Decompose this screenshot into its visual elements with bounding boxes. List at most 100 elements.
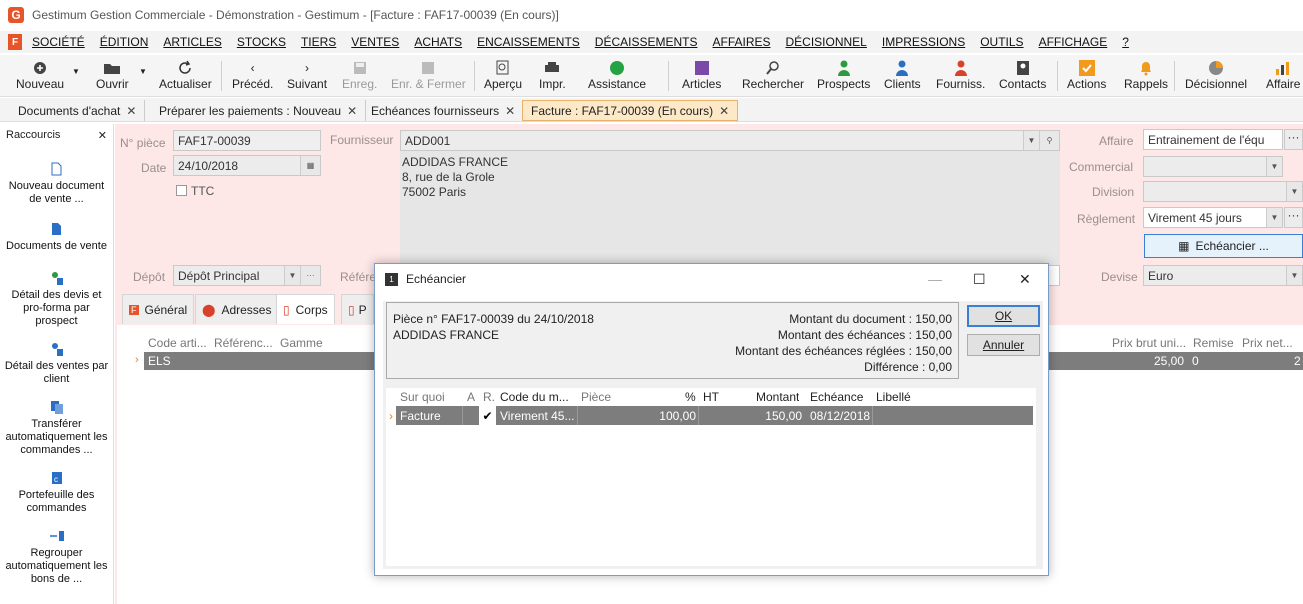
minimize-icon[interactable]: — bbox=[928, 271, 942, 287]
menu-logo[interactable]: F bbox=[8, 34, 22, 50]
tab-facture[interactable]: Facture : FAF17-00039 (En cours) ✕ bbox=[522, 100, 739, 121]
fournisseur-field[interactable]: ADD001 ▼ ⚲ bbox=[400, 130, 1060, 151]
chevron-down-icon[interactable]: ▼ bbox=[1266, 157, 1282, 176]
sidebar-item-nouveau-document[interactable]: Nouveau document de vente ... bbox=[0, 158, 113, 206]
col-remise[interactable]: Remise bbox=[1193, 336, 1234, 350]
close-icon[interactable]: ✕ bbox=[505, 104, 515, 118]
col-prix-brut[interactable]: Prix brut uni... bbox=[1112, 336, 1186, 350]
chevron-down-icon[interactable]: ▼ bbox=[1286, 182, 1302, 201]
sidebar-item-transferer[interactable]: Transférer automatiquement les commandes… bbox=[0, 396, 113, 457]
devise-field[interactable]: Euro ▼ bbox=[1143, 265, 1303, 286]
cell-r-check[interactable]: ✔ bbox=[479, 406, 496, 425]
close-icon[interactable]: ✕ bbox=[126, 104, 136, 118]
reglement-more-button[interactable]: ··· bbox=[1284, 207, 1303, 228]
enregistrer-fermer-button[interactable]: Enr. & Fermer bbox=[391, 59, 466, 91]
close-icon[interactable]: ✕ bbox=[719, 104, 729, 118]
assistance-button[interactable]: Assistance bbox=[588, 59, 646, 91]
clients-button[interactable]: Clients bbox=[884, 59, 921, 91]
affaire-button[interactable]: Affaire bbox=[1266, 59, 1300, 91]
maximize-icon[interactable]: ☐ bbox=[973, 271, 986, 288]
col-sur-quoi[interactable]: Sur quoi bbox=[400, 390, 445, 404]
sidebar-item-detail-ventes[interactable]: Détail des ventes par client bbox=[0, 338, 113, 386]
col-r[interactable]: R. bbox=[483, 390, 495, 404]
actualiser-button[interactable]: Actualiser bbox=[159, 59, 212, 91]
menu-decaissements[interactable]: DÉCAISSEMENTS bbox=[595, 35, 698, 49]
chevron-down-icon[interactable]: ▼ bbox=[1286, 266, 1302, 285]
menu-affaires[interactable]: AFFAIRES bbox=[712, 35, 770, 49]
rechercher-button[interactable]: Rechercher bbox=[742, 59, 804, 91]
menu-help[interactable]: ? bbox=[1122, 35, 1129, 49]
menu-tiers[interactable]: TIERS bbox=[301, 35, 336, 49]
chevron-down-icon[interactable]: ▼ bbox=[1023, 131, 1039, 150]
ouvrir-button[interactable]: Ouvrir bbox=[96, 59, 129, 91]
actions-button[interactable]: Actions bbox=[1067, 59, 1106, 91]
ok-button[interactable]: OK bbox=[967, 305, 1040, 327]
menu-ventes[interactable]: VENTES bbox=[351, 35, 399, 49]
date-field[interactable]: 24/10/2018 ▦ bbox=[173, 155, 321, 176]
menu-outils[interactable]: OUTILS bbox=[980, 35, 1023, 49]
ttc-checkbox[interactable] bbox=[176, 185, 187, 196]
articles-button[interactable]: Articles bbox=[682, 59, 721, 91]
close-icon[interactable]: ✕ bbox=[347, 104, 357, 118]
menu-articles[interactable]: ARTICLES bbox=[163, 35, 221, 49]
chevron-down-icon[interactable]: ▼ bbox=[1266, 208, 1282, 227]
tab-general[interactable]: F Général bbox=[122, 294, 195, 324]
tab-corps[interactable]: ▯ Corps bbox=[276, 294, 335, 324]
calendar-icon[interactable]: ▦ bbox=[300, 156, 320, 175]
ouvrir-dropdown-icon[interactable]: ▼ bbox=[139, 67, 147, 76]
depot-field[interactable]: Dépôt Principal ▼ ··· bbox=[173, 265, 321, 286]
close-icon[interactable]: ✕ bbox=[98, 129, 107, 142]
num-piece-field[interactable]: FAF17-00039 bbox=[173, 130, 321, 151]
annuler-button[interactable]: Annuler bbox=[967, 334, 1040, 356]
tab-adresses[interactable]: ⬤ Adresses bbox=[195, 294, 279, 324]
col-libelle[interactable]: Libellé bbox=[876, 390, 911, 404]
search-icon[interactable]: ⚲ bbox=[1039, 131, 1059, 150]
decisionnel-button[interactable]: Décisionnel bbox=[1185, 59, 1247, 91]
suivant-button[interactable]: › Suivant bbox=[287, 59, 327, 91]
fournisseurs-button[interactable]: Fourniss. bbox=[936, 59, 985, 91]
menu-encaissements[interactable]: ENCAISSEMENTS bbox=[477, 35, 580, 49]
sidebar-item-detail-devis[interactable]: Détail des devis et pro-forma par prospe… bbox=[0, 267, 113, 328]
menu-societe[interactable]: SOCIÉTÉ bbox=[32, 35, 85, 49]
tab-documents-achat[interactable]: Documents d'achat ✕ bbox=[10, 100, 146, 121]
col-code-mode[interactable]: Code du m... bbox=[500, 390, 569, 404]
col-gamme[interactable]: Gamme bbox=[280, 336, 323, 350]
menu-affichage[interactable]: AFFICHAGE bbox=[1039, 35, 1108, 49]
col-prix-net[interactable]: Prix net... bbox=[1242, 336, 1293, 350]
enregistrer-button[interactable]: Enreg. bbox=[342, 59, 377, 91]
nouveau-button[interactable]: Nouveau bbox=[16, 59, 64, 91]
division-field[interactable]: ▼ bbox=[1143, 181, 1303, 202]
rappels-button[interactable]: Rappels bbox=[1124, 59, 1168, 91]
col-montant[interactable]: Montant bbox=[756, 390, 799, 404]
chevron-down-icon[interactable]: ▼ bbox=[284, 266, 300, 285]
table-row[interactable]: Facture ✔ Virement 45... 100,00 150,00 0… bbox=[396, 406, 1033, 425]
col-a[interactable]: A bbox=[467, 390, 475, 404]
sidebar-item-regrouper[interactable]: Regrouper automatiquement les bons de ..… bbox=[0, 525, 113, 586]
col-reference[interactable]: Référenc... bbox=[214, 336, 273, 350]
echeancier-button[interactable]: ▦ Echéancier ... bbox=[1144, 234, 1303, 258]
sidebar-item-documents-vente[interactable]: Documents de vente bbox=[0, 218, 113, 253]
tab-preparer-paiements[interactable]: Préparer les paiements : Nouveau ✕ bbox=[151, 100, 367, 121]
reglement-field[interactable]: Virement 45 jours ▼ bbox=[1143, 207, 1283, 228]
menu-edition[interactable]: ÉDITION bbox=[100, 35, 149, 49]
menu-achats[interactable]: ACHATS bbox=[414, 35, 462, 49]
col-echeance[interactable]: Echéance bbox=[810, 390, 863, 404]
menu-stocks[interactable]: STOCKS bbox=[237, 35, 286, 49]
tab-echeances-fournisseurs[interactable]: Echéances fournisseurs ✕ bbox=[363, 100, 525, 121]
col-ht[interactable]: HT bbox=[703, 390, 719, 404]
more-icon[interactable]: ··· bbox=[300, 266, 320, 285]
precedent-button[interactable]: ‹ Précéd. bbox=[232, 59, 273, 91]
sidebar-item-portefeuille[interactable]: c Portefeuille des commandes bbox=[0, 467, 113, 515]
affaire-field[interactable]: Entrainement de l'équ bbox=[1143, 129, 1283, 150]
tab-p[interactable]: ▯ P bbox=[341, 294, 374, 324]
col-code-article[interactable]: Code arti... bbox=[148, 336, 207, 350]
menu-impressions[interactable]: IMPRESSIONS bbox=[882, 35, 965, 49]
affaire-more-button[interactable]: ··· bbox=[1284, 129, 1303, 150]
col-pourcent[interactable]: % bbox=[685, 390, 696, 404]
nouveau-dropdown-icon[interactable]: ▼ bbox=[72, 67, 80, 76]
contacts-button[interactable]: Contacts bbox=[999, 59, 1046, 91]
apercu-button[interactable]: Aperçu bbox=[484, 59, 522, 91]
menu-decisionnel[interactable]: DÉCISIONNEL bbox=[786, 35, 867, 49]
close-icon[interactable]: ✕ bbox=[1019, 271, 1031, 288]
imprimer-button[interactable]: Impr. bbox=[539, 59, 566, 91]
